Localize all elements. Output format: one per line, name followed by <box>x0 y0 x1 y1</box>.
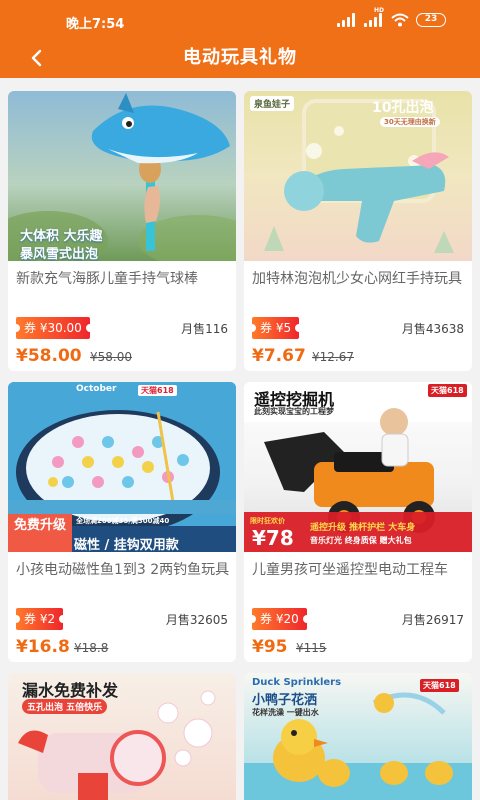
promo-text: 遥控升级 推杆护栏 大车身 <box>310 523 416 533</box>
product-card[interactable]: 漏水免费补发 五孔出泡 五倍快乐 <box>8 673 236 800</box>
product-card[interactable]: 遥控挖掘机 此刻实现宝宝的工程梦 天猫618 限时狂欢价 ¥78 遥控升级 推杆… <box>244 382 472 662</box>
promo-price: ¥78 <box>252 526 294 550</box>
image-caption: 免费升级 <box>13 518 66 533</box>
product-card[interactable]: 大体积 大乐趣 暴风雪式出泡 新款充气海豚儿童手持气球棒 券 ¥30.00 月售… <box>8 91 236 371</box>
promo-text: 全场满200减35/满300减40 <box>76 517 170 525</box>
brand-label: 泉鱼娃子 <box>250 96 295 111</box>
promo-text: 音乐灯光 终身质保 赠大礼包 <box>310 536 412 545</box>
brand-label: October <box>76 384 117 394</box>
product-image[interactable]: 遥控挖掘机 此刻实现宝宝的工程梦 天猫618 限时狂欢价 ¥78 遥控升级 推杆… <box>244 382 472 552</box>
wifi-icon <box>391 13 409 27</box>
product-image[interactable]: 泉鱼娃子 10孔出泡 30天无理由换新 <box>244 91 472 261</box>
image-caption: 10孔出泡 <box>372 100 434 116</box>
price: ¥95 <box>252 637 288 657</box>
product-image[interactable]: 漏水免费补发 五孔出泡 五倍快乐 <box>8 673 236 800</box>
product-card[interactable]: 泉鱼娃子 10孔出泡 30天无理由换新 加特林泡泡机少女心网红手持玩具 券 ¥5… <box>244 91 472 371</box>
product-title[interactable]: 加特林泡泡机少女心网红手持玩具 <box>252 269 466 289</box>
image-caption: 小鸭子花洒 <box>252 693 318 708</box>
original-price: ¥18.8 <box>74 641 109 655</box>
product-title[interactable]: 儿童男孩可坐遥控型电动工程车 <box>252 560 466 580</box>
price: ¥58.00 <box>16 346 82 366</box>
battery-icon: 23 <box>416 13 446 27</box>
image-caption: 大体积 大乐趣 <box>20 229 103 244</box>
product-image[interactable]: Duck Sprinklers 小鸭子花洒 天猫618 花样洗澡 一键出水 <box>244 673 472 800</box>
signal-icon <box>337 13 357 27</box>
status-icons: HD 23 <box>337 7 446 28</box>
status-bar: 晚上7:54 HD 23 <box>0 0 480 40</box>
page-title: 电动玩具礼物 <box>183 47 297 68</box>
product-image[interactable]: 大体积 大乐趣 暴风雪式出泡 <box>8 91 236 261</box>
monthly-sales: 月售116 <box>181 322 228 336</box>
image-caption: 花样洗澡 一键出水 <box>252 708 319 717</box>
signal-hd-icon: HD <box>364 7 384 27</box>
coupon-badge[interactable]: 券 ¥5 <box>247 317 304 339</box>
product-card[interactable]: Duck Sprinklers 小鸭子花洒 天猫618 花样洗澡 一键出水 <box>244 673 472 800</box>
price: ¥7.67 <box>252 346 306 366</box>
promo-badge: 天猫618 <box>138 385 177 396</box>
product-title[interactable]: 小孩电动磁性鱼1到3 2两钓鱼玩具 <box>16 560 230 580</box>
image-caption: 五孔出泡 五倍快乐 <box>22 699 108 714</box>
coupon-badge[interactable]: 券 ¥20 <box>248 608 311 630</box>
original-price: ¥115 <box>296 641 327 655</box>
promo-badge: 天猫618 <box>428 384 467 397</box>
product-title[interactable]: 新款充气海豚儿童手持气球棒 <box>16 269 230 289</box>
top-bar: 晚上7:54 HD 23 电动玩具礼物 <box>0 0 480 78</box>
coupon-badge[interactable]: 券 ¥2 <box>11 608 68 630</box>
promo-badge: 天猫618 <box>420 679 459 692</box>
image-caption: 此刻实现宝宝的工程梦 <box>254 407 334 416</box>
status-time: 晚上7:54 <box>66 17 125 32</box>
coupon-badge[interactable]: 券 ¥30.00 <box>12 317 94 339</box>
image-caption: 30天无理由换新 <box>380 117 440 127</box>
price: ¥16.8 <box>16 637 70 657</box>
image-caption: Duck Sprinklers <box>252 677 342 688</box>
product-card[interactable]: October 天猫618 全场满200减35/满300减40 免费升级 磁性 … <box>8 382 236 662</box>
monthly-sales: 月售43638 <box>401 322 464 336</box>
original-price: ¥12.67 <box>312 350 354 364</box>
monthly-sales: 月售32605 <box>165 613 228 627</box>
original-price: ¥58.00 <box>90 350 132 364</box>
promo-text: 限时狂欢价 <box>250 517 285 525</box>
monthly-sales: 月售26917 <box>401 613 464 627</box>
bubble-gun-illustration <box>264 99 454 253</box>
image-caption: 暴风雪式出泡 <box>20 247 99 261</box>
image-caption: 磁性 / 挂钩双用款 <box>74 538 179 552</box>
image-caption: 漏水免费补发 <box>22 681 119 700</box>
product-image[interactable]: October 天猫618 全场满200减35/满300减40 免费升级 磁性 … <box>8 382 236 552</box>
